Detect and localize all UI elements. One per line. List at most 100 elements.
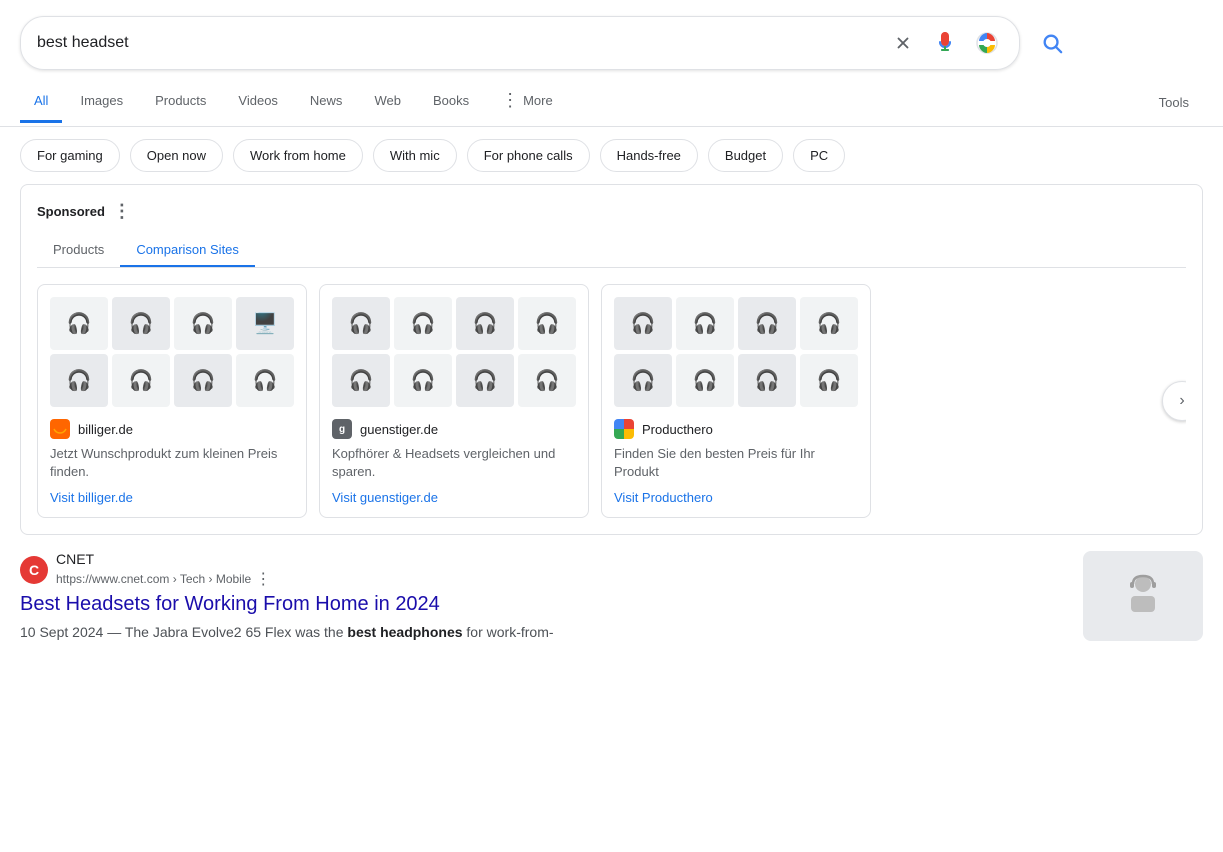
clear-button[interactable] — [887, 27, 919, 59]
chip-work-from-home[interactable]: Work from home — [233, 139, 363, 172]
visit-link-2[interactable]: Visit Producthero — [614, 490, 713, 505]
site-name-2: Producthero — [642, 422, 713, 437]
search-icons — [887, 27, 1003, 59]
search-icon — [1041, 32, 1063, 54]
product-image: 🎧 — [50, 354, 108, 407]
product-images-0: 🎧 🎧 🎧 🖥️ 🎧 🎧 🎧 🎧 — [50, 297, 294, 407]
site-name-0: billiger.de — [78, 422, 133, 437]
site-favicon-1: g — [332, 419, 352, 439]
microphone-icon — [933, 31, 957, 55]
tab-images[interactable]: Images — [66, 81, 137, 123]
search-bar-container: best headset — [0, 0, 1223, 70]
tab-all[interactable]: All — [20, 81, 62, 123]
chip-hands-free[interactable]: Hands-free — [600, 139, 698, 172]
main-content: Sponsored ⋮ Products Comparison Sites 🎧 … — [0, 184, 1223, 643]
product-image: 🎧 — [456, 354, 514, 407]
product-description-1: Kopfhörer & Headsets vergleichen und spa… — [332, 445, 576, 481]
more-dots-icon: ⋮ — [501, 90, 519, 111]
product-image: 🎧 — [174, 354, 232, 407]
product-image: 🎧 — [394, 354, 452, 407]
sponsored-label: Sponsored — [37, 204, 105, 219]
product-image: 🎧 — [236, 354, 294, 407]
product-image: 🎧 — [738, 297, 796, 350]
site-favicon-0 — [50, 419, 70, 439]
product-image: 🎧 — [800, 297, 858, 350]
search-button[interactable] — [1030, 21, 1074, 65]
site-favicon-2 — [614, 419, 634, 439]
result-snippet-end: for work-from- — [466, 624, 553, 640]
chip-for-phone-calls[interactable]: For phone calls — [467, 139, 590, 172]
result-source-0: C CNET https://www.cnet.com › Tech › Mob… — [20, 551, 1067, 589]
product-image: 🎧 — [518, 354, 576, 407]
result-url-0: https://www.cnet.com › Tech › Mobile — [56, 572, 251, 586]
product-image: 🎧 — [614, 354, 672, 407]
product-image: 🎧 — [738, 354, 796, 407]
product-image: 🖥️ — [236, 297, 294, 350]
result-snippet-0: 10 Sept 2024 — The Jabra Evolve2 65 Flex… — [20, 622, 1067, 643]
chip-with-mic[interactable]: With mic — [373, 139, 457, 172]
product-image: 🎧 — [456, 297, 514, 350]
card-tabs: Products Comparison Sites — [37, 234, 1186, 268]
tab-products[interactable]: Products — [141, 81, 220, 123]
result-menu-button-0[interactable]: ⋮ — [255, 569, 271, 589]
site-name-1: guenstiger.de — [360, 422, 438, 437]
voice-search-button[interactable] — [929, 27, 961, 59]
product-images-2: 🎧 🎧 🎧 🎧 🎧 🎧 🎧 🎧 — [614, 297, 858, 407]
product-image: 🎧 — [332, 354, 390, 407]
result-image-0 — [1083, 551, 1203, 641]
sponsored-header: Sponsored ⋮ — [37, 201, 1186, 222]
tab-books[interactable]: Books — [419, 81, 483, 123]
result-site-name-0: CNET — [56, 551, 271, 567]
chip-open-now[interactable]: Open now — [130, 139, 223, 172]
result-image-placeholder — [1113, 566, 1173, 626]
chip-for-gaming[interactable]: For gaming — [20, 139, 120, 172]
product-description-0: Jetzt Wunschprodukt zum kleinen Preis fi… — [50, 445, 294, 481]
result-title-0[interactable]: Best Headsets for Working From Home in 2… — [20, 593, 1067, 616]
visit-link-1[interactable]: Visit guenstiger.de — [332, 490, 438, 505]
product-image: 🎧 — [50, 297, 108, 350]
tools-button[interactable]: Tools — [1145, 83, 1203, 122]
next-arrow-button[interactable]: › — [1162, 381, 1186, 421]
product-image: 🎧 — [676, 297, 734, 350]
tab-videos[interactable]: Videos — [224, 81, 292, 123]
card-tab-comparison-sites[interactable]: Comparison Sites — [120, 234, 255, 267]
result-favicon-0: C — [20, 556, 48, 584]
product-description-2: Finden Sie den besten Preis für Ihr Prod… — [614, 445, 858, 481]
sponsored-menu-button[interactable]: ⋮ — [113, 201, 131, 222]
lens-button[interactable] — [971, 27, 1003, 59]
visit-link-0[interactable]: Visit billiger.de — [50, 490, 133, 505]
product-image: 🎧 — [394, 297, 452, 350]
filter-chips: For gaming Open now Work from home With … — [0, 127, 1223, 184]
product-image: 🎧 — [174, 297, 232, 350]
result-snippet-start: — The Jabra Evolve2 65 Flex was the — [107, 624, 347, 640]
nav-tabs: All Images Products Videos News Web Book… — [0, 78, 1223, 127]
clear-icon — [894, 34, 912, 52]
search-input[interactable]: best headset — [37, 34, 879, 52]
product-image: 🎧 — [676, 354, 734, 407]
lens-icon — [975, 31, 999, 55]
site-info-0: billiger.de — [50, 419, 294, 439]
chip-budget[interactable]: Budget — [708, 139, 783, 172]
chip-pc[interactable]: PC — [793, 139, 845, 172]
search-result-0: C CNET https://www.cnet.com › Tech › Mob… — [20, 551, 1203, 643]
result-snippet-bold: best headphones — [347, 624, 462, 640]
product-image: 🎧 — [518, 297, 576, 350]
product-image: 🎧 — [332, 297, 390, 350]
product-image: 🎧 — [112, 354, 170, 407]
site-info-2: Producthero — [614, 419, 858, 439]
comparison-card-2: 🎧 🎧 🎧 🎧 🎧 🎧 🎧 🎧 — [601, 284, 871, 518]
tab-news[interactable]: News — [296, 81, 357, 123]
product-image: 🎧 — [800, 354, 858, 407]
result-snippet-date: 10 Sept 2024 — [20, 624, 103, 640]
tab-web[interactable]: Web — [360, 81, 415, 123]
product-cards: 🎧 🎧 🎧 🖥️ 🎧 🎧 🎧 🎧 billiger.de Jetzt Wunsc… — [37, 284, 1186, 518]
result-url-row-0: https://www.cnet.com › Tech › Mobile ⋮ — [56, 569, 271, 589]
product-images-1: 🎧 🎧 🎧 🎧 🎧 🎧 🎧 🎧 — [332, 297, 576, 407]
search-bar: best headset — [20, 16, 1020, 70]
card-tab-products[interactable]: Products — [37, 234, 120, 267]
result-source-info-0: CNET https://www.cnet.com › Tech › Mobil… — [56, 551, 271, 589]
comparison-card-1: 🎧 🎧 🎧 🎧 🎧 🎧 🎧 🎧 g guenstiger.de Kopfhöre… — [319, 284, 589, 518]
tab-more[interactable]: ⋮ More — [487, 78, 567, 126]
site-info-1: g guenstiger.de — [332, 419, 576, 439]
comparison-card-0: 🎧 🎧 🎧 🖥️ 🎧 🎧 🎧 🎧 billiger.de Jetzt Wunsc… — [37, 284, 307, 518]
